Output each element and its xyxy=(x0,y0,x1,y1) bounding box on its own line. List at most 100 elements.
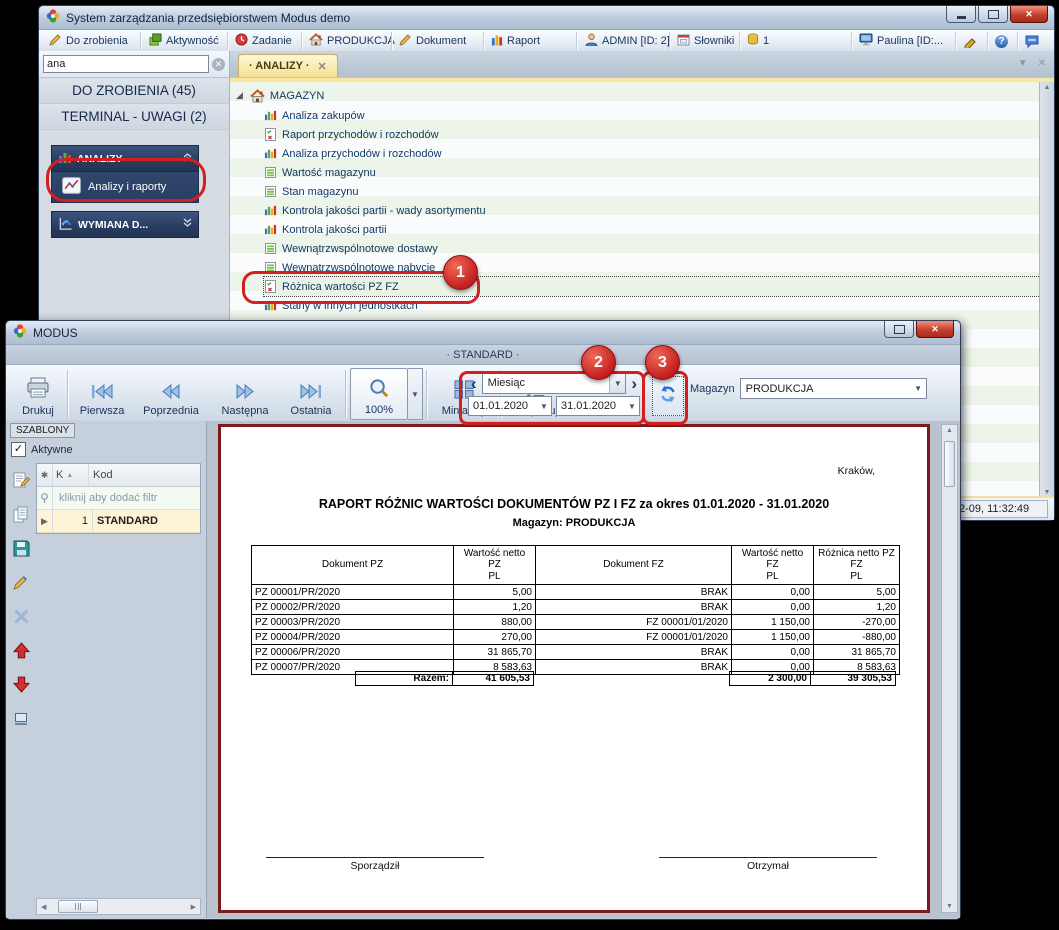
toolbar-item-do-zrobienia[interactable]: Do zrobienia xyxy=(49,32,128,50)
magazyn-combo[interactable]: PRODUKCJA ▼ xyxy=(740,378,927,399)
previous-period-icon[interactable]: ‹ xyxy=(468,375,480,392)
chevron-down-icon[interactable]: ▼ xyxy=(625,397,639,415)
zoom-button[interactable]: 100% xyxy=(350,368,408,420)
tree-item-roznica-wartosci-pz-fz[interactable]: Różnica wartości PZ FZ xyxy=(264,277,1040,296)
sidebar-header-do-zrobienia[interactable]: DO ZROBIENIA (45) xyxy=(39,78,229,104)
tree-root-magazyn[interactable]: ◢ MAGAZYN xyxy=(236,86,324,105)
zoom-level: 100% xyxy=(365,405,393,416)
chevron-down-icon[interactable]: ▼ xyxy=(609,373,625,393)
scroll-down-icon[interactable]: ▼ xyxy=(946,903,953,910)
next-period-icon[interactable]: › xyxy=(628,375,640,392)
tree-item[interactable]: Stany w innych jednostkach xyxy=(264,296,418,315)
templates-hscrollbar[interactable]: ◀ ▶ xyxy=(36,898,201,915)
edit-note-icon[interactable] xyxy=(8,463,34,497)
sidebar-header-terminal[interactable]: TERMINAL - UWAGI (2) xyxy=(39,104,229,130)
pencil-icon[interactable] xyxy=(8,565,34,599)
list-icon xyxy=(264,261,277,274)
sidebar-group-analizy[interactable]: ANALIZY xyxy=(51,145,199,172)
previous-page-button[interactable]: Poprzednia xyxy=(132,368,210,420)
report-icon xyxy=(264,128,277,141)
toolbar-item-slowniki[interactable]: Słowniki xyxy=(677,32,734,50)
date-to-picker[interactable]: 31.01.2020 ▼ xyxy=(556,396,640,416)
bar-chart-icon xyxy=(58,150,72,167)
help-icon[interactable]: ? xyxy=(995,32,1008,50)
toolbar-item-produkcja[interactable]: PRODUKCJA xyxy=(309,32,395,50)
last-page-button[interactable]: Ostatnia xyxy=(280,368,342,420)
template-row-standard[interactable]: ▶ 1 STANDARD xyxy=(37,510,200,533)
layers-icon xyxy=(149,33,162,49)
expander-icon[interactable]: ◢ xyxy=(236,90,243,101)
paint-icon[interactable] xyxy=(963,32,977,50)
select-icon[interactable] xyxy=(8,701,34,735)
pencil-icon xyxy=(49,33,62,49)
maximize-button[interactable] xyxy=(978,6,1008,23)
sidebar-group-wymiana[interactable]: WYMIANA D... xyxy=(51,211,199,238)
minimize-button[interactable] xyxy=(946,6,976,23)
previous-page-icon xyxy=(159,383,183,403)
copy-icon[interactable] xyxy=(8,497,34,531)
toolbar-item-licznik[interactable]: 1 xyxy=(747,32,769,50)
scroll-left-icon[interactable]: ◀ xyxy=(37,903,50,911)
tree-item[interactable]: Analiza zakupów xyxy=(264,106,365,125)
close-button[interactable]: ✕ xyxy=(1010,6,1048,23)
close-all-tabs-icon[interactable]: ✕ xyxy=(1038,58,1046,69)
close-tab-icon[interactable]: ✕ xyxy=(318,60,327,73)
grid-filter-row[interactable]: kliknij aby dodać filtr xyxy=(37,487,200,510)
print-button[interactable]: Drukuj xyxy=(12,368,64,420)
grid-header-row[interactable]: ✱ K▲ Kod xyxy=(37,464,200,487)
scroll-right-icon[interactable]: ▶ xyxy=(187,903,200,911)
clock-icon xyxy=(235,33,248,49)
toolbar-item-aktywnosc[interactable]: Aktywność xyxy=(149,32,219,50)
clear-search-icon[interactable]: ✕ xyxy=(212,58,225,71)
modus-titlebar[interactable]: MODUS ✕ xyxy=(6,321,960,345)
tree-item[interactable]: Wewnątrzwspólnotowe nabycie xyxy=(264,258,435,277)
template-tab-strip[interactable]: · STANDARD · xyxy=(6,345,960,365)
tab-list-icon[interactable]: ▼ xyxy=(1018,58,1028,69)
save-icon[interactable] xyxy=(8,531,34,565)
chevron-down-icon[interactable]: ▼ xyxy=(537,397,551,415)
toolbar-item-paulina[interactable]: Paulina [ID:... xyxy=(859,32,943,50)
report-icon xyxy=(264,280,277,293)
first-page-button[interactable]: Pierwsza xyxy=(72,368,132,420)
preview-scrollbar[interactable]: ▲ ▼ xyxy=(941,424,958,913)
main-titlebar[interactable]: System zarządzania przedsiębiorstwem Mod… xyxy=(39,6,1054,30)
chevron-down-icon[interactable]: ▼ xyxy=(911,379,926,398)
toolbar-item-admin[interactable]: ADMIN [ID: 2] xyxy=(585,32,670,50)
tree-item[interactable]: Wartość magazynu xyxy=(264,163,376,182)
restore-button[interactable] xyxy=(884,321,914,338)
close-button[interactable]: ✕ xyxy=(916,321,954,338)
tree-item[interactable]: Raport przychodów i rozchodów xyxy=(264,125,439,144)
delete-icon[interactable] xyxy=(8,599,34,633)
tree-item[interactable]: Kontrola jakości partii - wady asortymen… xyxy=(264,201,486,220)
scroll-up-icon[interactable]: ▲ xyxy=(1044,84,1051,91)
bar-chart-icon xyxy=(264,299,277,312)
tree-item[interactable]: Wewnątrzwspólnotowe dostawy xyxy=(264,239,438,258)
tree-item[interactable]: Analiza przychodów i rozchodów xyxy=(264,144,442,163)
refresh-button[interactable] xyxy=(652,376,684,416)
toolbar-item-dokument[interactable]: Dokument xyxy=(399,32,466,50)
k-column-header[interactable]: K▲ xyxy=(53,464,89,486)
tab-analizy[interactable]: · ANALIZY · ✕ xyxy=(238,54,338,77)
tree-item[interactable]: Kontrola jakości partii xyxy=(264,220,387,239)
chat-icon[interactable] xyxy=(1025,32,1039,50)
next-page-button[interactable]: Następna xyxy=(210,368,280,420)
sidebar-item-analizy-i-raporty[interactable]: Analizy i raporty xyxy=(51,172,199,203)
search-input[interactable] xyxy=(43,55,209,73)
toolbar-item-zadanie[interactable]: Zadanie xyxy=(235,32,292,50)
move-up-icon[interactable] xyxy=(8,633,34,667)
move-down-icon[interactable] xyxy=(8,667,34,701)
scroll-up-icon[interactable]: ▲ xyxy=(946,427,953,434)
vscroll-thumb[interactable] xyxy=(944,441,955,487)
kod-column-header[interactable]: Kod xyxy=(89,464,200,486)
tree-item[interactable]: Stan magazynu xyxy=(264,182,358,201)
scroll-down-icon[interactable]: ▼ xyxy=(1044,489,1051,496)
report-preview: Kraków, RAPORT RÓŻNIC WARTOŚCI DOKUMENTÓ… xyxy=(207,421,960,918)
date-from-picker[interactable]: 01.01.2020 ▼ xyxy=(468,396,552,416)
next-page-icon xyxy=(233,383,257,403)
tree-scrollbar[interactable]: ▲▼ xyxy=(1039,82,1054,498)
active-checkbox[interactable]: ✓ xyxy=(11,442,26,457)
hscroll-thumb[interactable] xyxy=(58,900,98,913)
toolbar-item-raport[interactable]: Raport xyxy=(491,32,540,50)
zoom-dropdown-icon[interactable]: ▼ xyxy=(408,368,423,420)
table-header-row: Dokument PZ Wartość netto PZ PL Dokument… xyxy=(252,546,900,585)
